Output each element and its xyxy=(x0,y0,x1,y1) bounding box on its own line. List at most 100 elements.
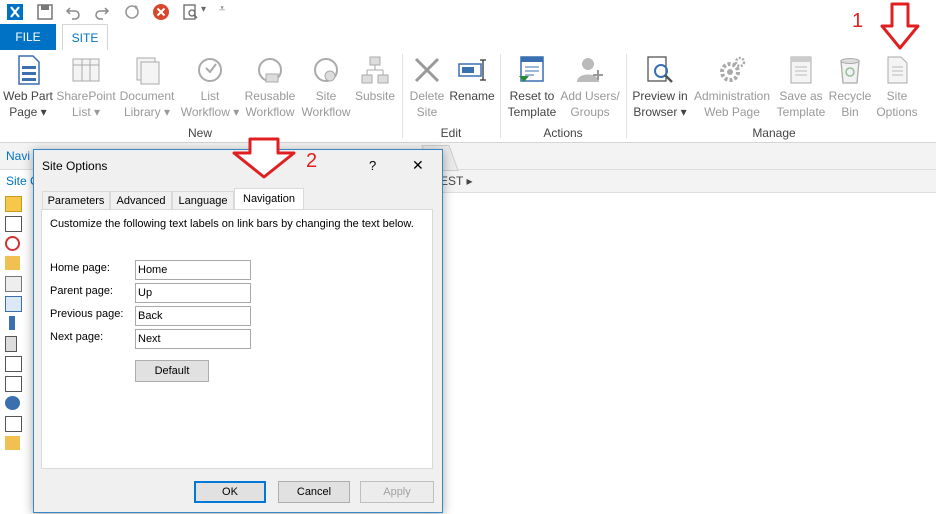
ribbon-separator xyxy=(402,54,403,138)
add-users-label-1: Add Users/ xyxy=(560,89,620,103)
site-options-icon xyxy=(887,56,908,84)
document-library-label-2: Library ▾ xyxy=(123,105,171,119)
web-part-page-button[interactable]: Web Part Page ▾ xyxy=(2,54,54,120)
ribbon-separator xyxy=(500,54,501,138)
gear-icon xyxy=(720,56,746,82)
site-assets-icon[interactable] xyxy=(5,276,22,292)
customize-icon[interactable]: ⩡ xyxy=(219,3,225,16)
home-page-input[interactable] xyxy=(135,260,251,280)
list-workflow-label-1: List xyxy=(200,89,220,103)
tab-parameters[interactable]: Parameters xyxy=(42,191,110,209)
delete-site-label-2: Site xyxy=(416,105,438,119)
admin-web-page-label-2: Web Page xyxy=(704,105,760,119)
save-template-icon xyxy=(790,56,812,84)
annotation-marker-2: 2 xyxy=(306,150,318,172)
reset-template-label-1: Reset to xyxy=(509,89,555,103)
quick-access-toolbar: ▾ ⩡ xyxy=(0,0,936,24)
tab-file[interactable]: FILE xyxy=(0,24,56,50)
sharepoint-list-label-2: List ▾ xyxy=(71,105,101,119)
group-new-label: New xyxy=(187,126,212,140)
web-part-page-label-1: Web Part xyxy=(3,89,53,103)
next-page-label: Next page: xyxy=(50,331,104,343)
list-workflow-icon xyxy=(198,58,222,82)
cancel-button[interactable]: Cancel xyxy=(278,481,350,503)
sharepoint-logo-icon[interactable] xyxy=(6,3,24,21)
help-button[interactable]: ? xyxy=(369,158,376,173)
add-users-label-2: Groups xyxy=(570,105,610,119)
list-workflow-button[interactable]: List Workflow ▾ xyxy=(180,54,240,120)
web-part-page-label-2: Page ▾ xyxy=(9,105,47,119)
add-users-button[interactable]: Add Users/ Groups xyxy=(560,54,620,120)
master-pages-icon[interactable] xyxy=(5,376,22,392)
subsite-icon xyxy=(361,56,389,84)
subsites-icon[interactable] xyxy=(5,416,22,432)
redo-icon[interactable] xyxy=(93,3,111,21)
admin-web-page-button[interactable]: Administration Web Page xyxy=(690,54,774,120)
rename-label-1: Rename xyxy=(449,89,495,103)
recycle-bin-button[interactable]: Recycle Bin xyxy=(826,54,874,120)
close-button[interactable]: ✕ xyxy=(412,157,424,174)
breadcrumb: EST ▸ xyxy=(440,170,936,193)
site-workflow-icon xyxy=(314,58,338,82)
data-sources-icon[interactable] xyxy=(5,356,22,372)
site-columns-icon[interactable] xyxy=(9,316,15,330)
previous-page-input[interactable] xyxy=(135,306,251,326)
next-page-input[interactable] xyxy=(135,329,251,349)
undo-icon[interactable] xyxy=(64,3,82,21)
preview-dropdown-icon[interactable]: ▾ xyxy=(201,4,206,15)
tab-site[interactable]: SITE xyxy=(62,24,108,50)
group-actions-label: Actions xyxy=(543,126,583,140)
delete-site-label-1: Delete xyxy=(409,89,445,103)
external-content-icon[interactable] xyxy=(5,336,17,352)
site-options-button[interactable]: Site Options xyxy=(874,54,920,120)
document-library-button[interactable]: Document Library ▾ xyxy=(118,54,176,120)
subsite-button[interactable]: Subsite xyxy=(352,54,398,104)
document-library-icon xyxy=(136,57,160,85)
workflows-icon[interactable] xyxy=(5,236,20,251)
content-types-icon[interactable] xyxy=(5,296,22,312)
ribbon: Web Part Page ▾ SharePoint List ▾ Docume… xyxy=(0,50,936,143)
delete-icon xyxy=(414,57,440,83)
web-part-page-icon xyxy=(18,55,40,85)
parent-page-input[interactable] xyxy=(135,283,251,303)
site-options-dialog: Site Options ? ✕ Parameters Advanced Lan… xyxy=(33,149,443,513)
save-template-button[interactable]: Save as Template xyxy=(774,54,828,120)
preview-browser-label-1: Preview in xyxy=(632,89,688,103)
list-workflow-label-2: Workflow ▾ xyxy=(180,105,240,119)
default-button[interactable]: Default xyxy=(135,360,209,382)
lists-icon[interactable] xyxy=(5,216,22,232)
refresh-icon[interactable] xyxy=(123,3,141,21)
stop-icon[interactable] xyxy=(152,3,170,21)
breadcrumb-item[interactable]: EST ▸ xyxy=(440,174,472,188)
reset-template-button[interactable]: Reset to Template xyxy=(504,54,560,120)
site-workflow-label-1: Site xyxy=(315,89,337,103)
tab-navigation[interactable]: Navigation xyxy=(234,188,304,210)
group-manage-label: Manage xyxy=(752,126,796,140)
delete-site-button[interactable]: Delete Site xyxy=(406,54,448,120)
reusable-workflow-button[interactable]: Reusable Workflow xyxy=(242,54,298,120)
all-files-icon[interactable] xyxy=(5,436,20,450)
subsite-label-1: Subsite xyxy=(354,89,396,103)
tab-advanced[interactable]: Advanced xyxy=(110,191,172,209)
save-icon[interactable] xyxy=(36,3,54,21)
ok-button[interactable]: OK xyxy=(194,481,266,503)
sharepoint-list-label-1: SharePoint xyxy=(56,89,116,103)
sharepoint-list-button[interactable]: SharePoint List ▾ xyxy=(56,54,116,120)
save-template-label-2: Template xyxy=(776,105,826,119)
preview-browser-icon xyxy=(647,56,673,83)
site-groups-icon[interactable] xyxy=(5,396,20,410)
tab-language[interactable]: Language xyxy=(172,191,234,209)
recycle-bin-icon xyxy=(840,58,860,84)
rename-button[interactable]: Rename xyxy=(448,54,496,104)
home-icon[interactable] xyxy=(5,196,22,212)
home-page-label: Home page: xyxy=(50,262,110,274)
preview-icon[interactable] xyxy=(182,3,200,21)
preview-browser-button[interactable]: Preview in Browser ▾ xyxy=(630,54,690,120)
site-pages-icon[interactable] xyxy=(5,256,20,270)
document-library-label-1: Document xyxy=(119,89,175,103)
site-workflow-button[interactable]: Site Workflow xyxy=(298,54,354,120)
apply-button[interactable]: Apply xyxy=(360,481,434,503)
reset-template-label-2: Template xyxy=(507,105,557,119)
admin-web-page-label-1: Administration xyxy=(693,89,771,103)
recycle-bin-label-2: Bin xyxy=(841,105,859,119)
